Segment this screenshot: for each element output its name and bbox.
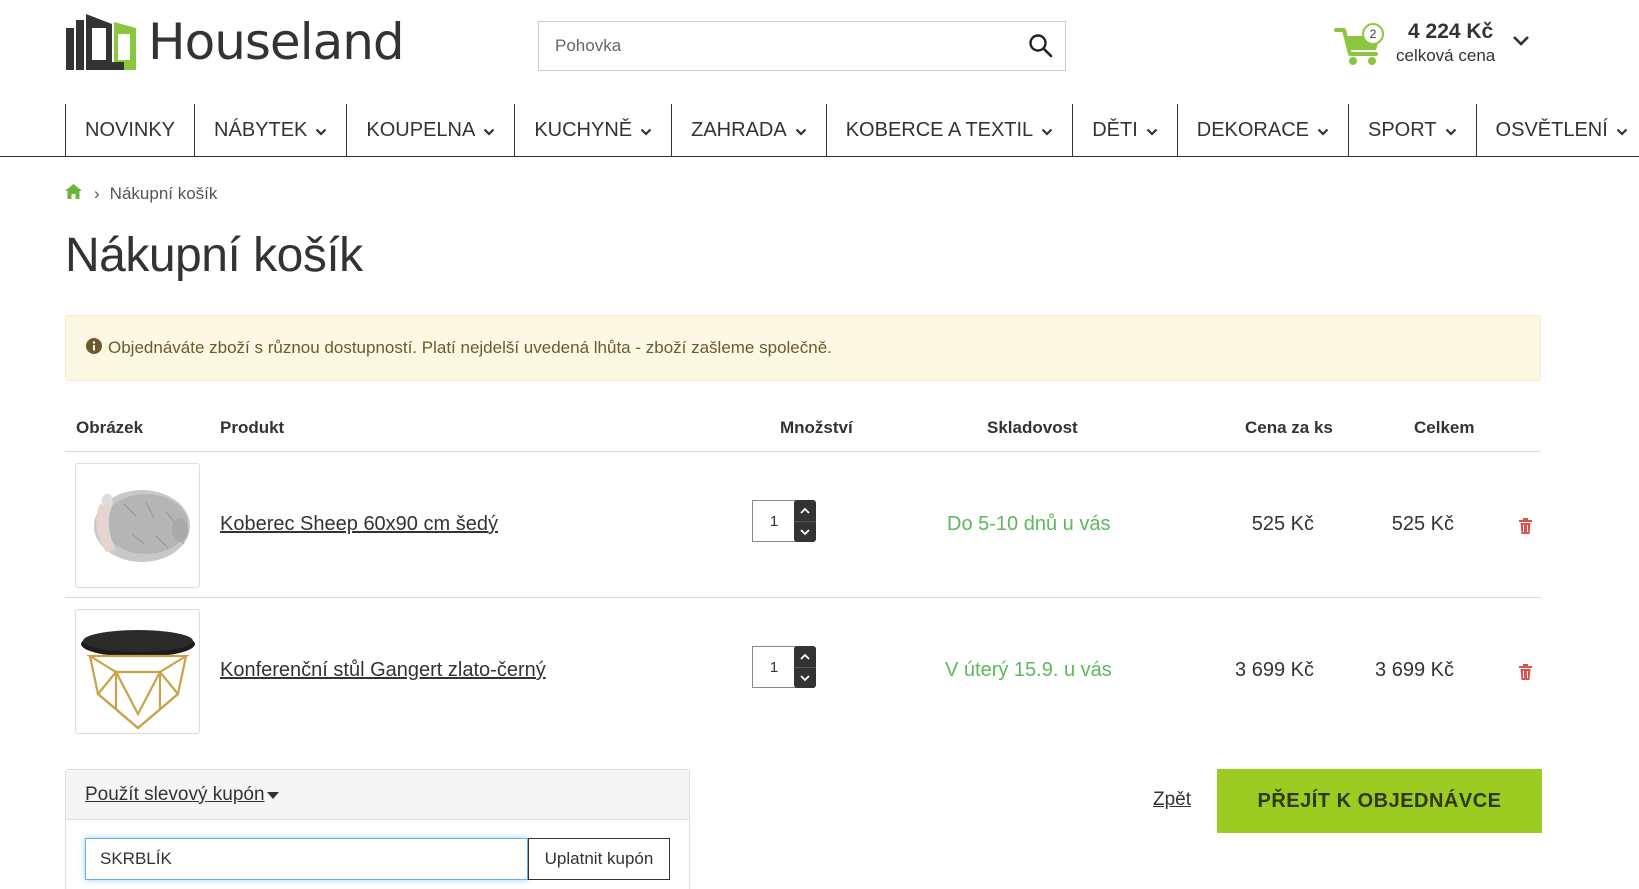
chevron-down-icon: [795, 119, 807, 142]
stock-status: V úterý 15.9. u vás: [945, 659, 1112, 681]
nav-item-2[interactable]: KOUPELNA: [347, 104, 516, 156]
nav-item-0[interactable]: NOVINKY: [66, 104, 196, 156]
table-row: Konferenční stůl Gangert zlato-černý V ú…: [65, 598, 1541, 744]
stock-status: Do 5-10 dnů u vás: [947, 513, 1111, 535]
houseland-logo[interactable]: Houseland: [66, 13, 405, 71]
breadcrumb: › Nákupní košík: [65, 184, 217, 204]
apply-coupon-button[interactable]: Uplatnit kupón: [528, 838, 670, 880]
nav-menu: NOVINKY NÁBYTEK KOUPELNA KUCHYNĚ ZAHRADA KOBE…: [65, 104, 1639, 156]
nav-item-6[interactable]: DĚTI: [1073, 104, 1178, 156]
nav-item-label: SPORT: [1368, 118, 1437, 141]
chevron-down-icon: [483, 119, 495, 142]
cart-summary[interactable]: 2 4 224 Kč celková cena: [1334, 18, 1534, 78]
nav-item-3[interactable]: KUCHYNĚ: [515, 104, 673, 156]
page-title: Nákupní košík: [65, 229, 363, 282]
nav-item-label: KOBERCE A TEXTIL: [845, 118, 1034, 141]
search-input[interactable]: [539, 22, 1009, 70]
nav-item-label: DĚTI: [1092, 118, 1138, 141]
coupon-toggle[interactable]: Použít slevový kupón: [66, 770, 689, 820]
chevron-up-icon[interactable]: [794, 646, 816, 667]
info-icon: [86, 337, 102, 359]
cart-count-badge: 2: [1362, 23, 1384, 45]
cart-total-label: celková cena: [1396, 46, 1496, 65]
chevron-down-icon: [315, 119, 327, 142]
coupon-toggle-label: Použít slevový kupón: [85, 783, 265, 805]
table-row: Koberec Sheep 60x90 cm šedý Do 5-10 dnů …: [65, 452, 1541, 598]
coupon-panel: Použít slevový kupón Uplatnit kupón: [65, 769, 690, 889]
availability-alert: Objednáváte zboží s různou dostupností. …: [65, 315, 1541, 381]
chevron-down-icon: [1616, 119, 1628, 142]
nav-item-label: ZAHRADA: [691, 118, 787, 141]
alert-text: Objednáváte zboží s různou dostupností. …: [108, 338, 832, 357]
nav-item-label: OSVĚTLENÍ: [1495, 118, 1608, 141]
cart-table: Obrázek Produkt Množství Skladovost Cena…: [65, 400, 1541, 744]
nav-item-label: NOVINKY: [85, 118, 176, 141]
header-stock: Skladovost: [987, 418, 1078, 437]
search-box: [538, 21, 1066, 71]
product-link[interactable]: Konferenční stůl Gangert zlato-černý: [220, 659, 546, 682]
breadcrumb-current: Nákupní košík: [109, 184, 218, 203]
nav-item-9[interactable]: OSVĚTLENÍ: [1477, 104, 1639, 156]
breadcrumb-separator: ›: [94, 184, 100, 203]
quantity-stepper: [752, 646, 816, 688]
house-logo-icon: [66, 14, 136, 70]
row-total: 525 Kč: [1391, 513, 1454, 535]
quantity-input[interactable]: [752, 646, 796, 688]
back-link[interactable]: Zpět: [1153, 789, 1191, 811]
chevron-down-icon[interactable]: [1511, 34, 1531, 53]
product-link[interactable]: Koberec Sheep 60x90 cm šedý: [220, 513, 498, 536]
search-icon[interactable]: [1027, 32, 1055, 60]
nav-item-5[interactable]: KOBERCE A TEXTIL: [827, 104, 1074, 156]
trash-icon[interactable]: [1519, 518, 1532, 539]
nav-item-7[interactable]: DEKORACE: [1178, 104, 1349, 156]
quantity-input[interactable]: [752, 500, 796, 542]
nav-item-1[interactable]: NÁBYTEK: [195, 104, 348, 156]
product-image[interactable]: [75, 609, 200, 734]
checkout-button[interactable]: PŘEJÍT K OBJEDNÁVCE: [1217, 769, 1542, 833]
nav-item-label: KOUPELNA: [366, 118, 476, 141]
chevron-down-icon: [1445, 119, 1457, 142]
unit-price: 3 699 Kč: [1235, 659, 1314, 681]
chevron-down-icon: [640, 119, 652, 142]
caret-down-icon: [266, 784, 279, 806]
main-navigation: NOVINKY NÁBYTEK KOUPELNA KUCHYNĚ ZAHRADA KOBE…: [0, 104, 1639, 157]
nav-item-label: DEKORACE: [1196, 118, 1309, 141]
coupon-form: Uplatnit kupón: [66, 820, 689, 880]
header-image: Obrázek: [76, 418, 144, 437]
table-header: Obrázek Produkt Množství Skladovost Cena…: [65, 400, 1541, 452]
header-product: Produkt: [220, 418, 285, 437]
trash-icon[interactable]: [1519, 664, 1532, 685]
unit-price: 525 Kč: [1251, 513, 1314, 535]
product-image[interactable]: [75, 463, 200, 588]
home-icon[interactable]: [65, 184, 82, 204]
site-header: Houseland 2 4 224 Kč celková cena: [0, 0, 1639, 100]
header-quantity: Množství: [780, 418, 853, 437]
logo-wordmark: Houseland: [148, 13, 405, 71]
nav-item-label: KUCHYNĚ: [534, 118, 633, 141]
nav-item-4[interactable]: ZAHRADA: [672, 104, 827, 156]
nav-item-8[interactable]: SPORT: [1349, 104, 1477, 156]
header-unit-price: Cena za ks: [1245, 418, 1333, 437]
chevron-down-icon[interactable]: [794, 521, 816, 542]
chevron-down-icon: [1041, 119, 1053, 142]
chevron-up-icon[interactable]: [794, 500, 816, 521]
quantity-stepper: [752, 500, 816, 542]
row-total: 3 699 Kč: [1375, 659, 1454, 681]
nav-item-label: NÁBYTEK: [214, 118, 308, 141]
chevron-down-icon: [1317, 119, 1329, 142]
chevron-down-icon[interactable]: [794, 667, 816, 688]
coupon-code-input[interactable]: [85, 838, 528, 880]
chevron-down-icon: [1146, 119, 1158, 142]
header-total: Celkem: [1414, 418, 1475, 437]
cart-total-price: 4 224 Kč: [1408, 20, 1494, 43]
